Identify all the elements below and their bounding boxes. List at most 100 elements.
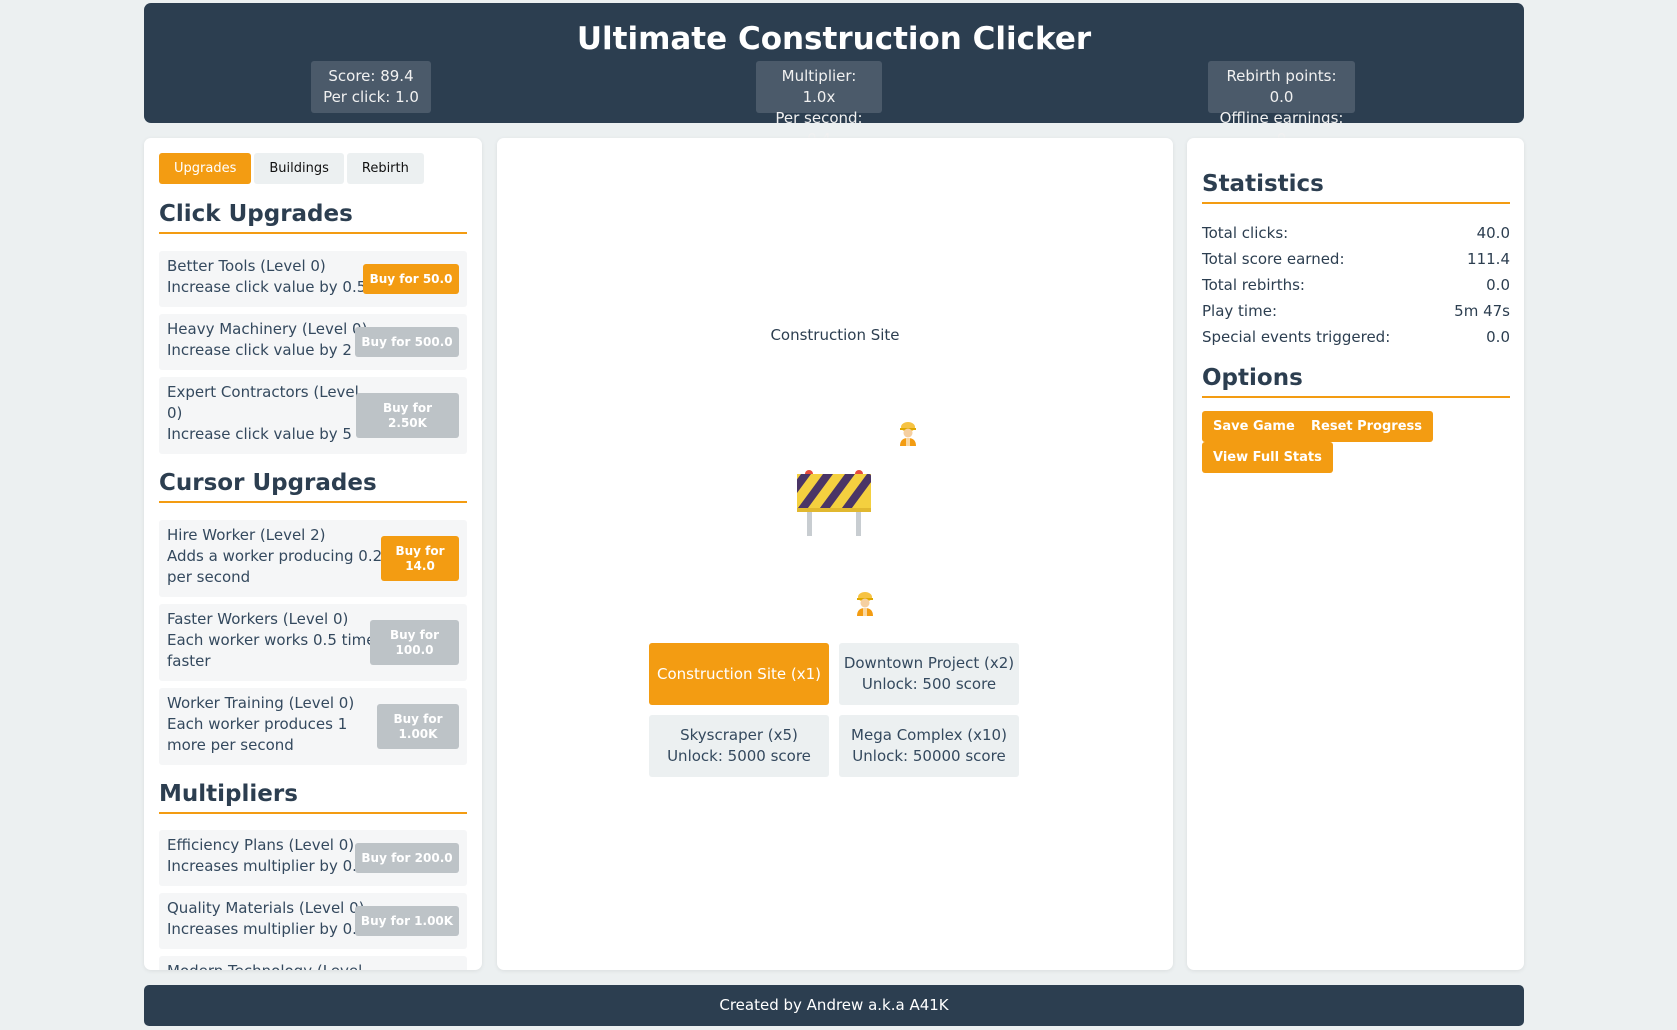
buy-efficiency-plans-button[interactable]: Buy for 200.0 (355, 843, 459, 873)
tab-rebirth[interactable]: Rebirth (346, 153, 424, 184)
location-skyscraper-button[interactable]: Skyscraper (x5) Unlock: 5000 score (649, 715, 829, 777)
location-downtown-project-button[interactable]: Downtown Project (x2) Unlock: 500 score (839, 643, 1019, 705)
button-line: Buy for (395, 543, 445, 558)
upgrade-name: Worker Training (Level 0) (167, 694, 355, 712)
stat-total-score: Total score earned: 111.4 (1202, 250, 1510, 276)
location-label: Skyscraper (x5) (680, 726, 798, 744)
upgrade-desc-line1: Each worker produces 1 (167, 715, 348, 733)
upgrade-desc-line2: per second (167, 568, 251, 586)
tab-upgrades[interactable]: Upgrades (159, 153, 252, 184)
buy-hire-worker-button[interactable]: Buy for 14.0 (381, 536, 459, 581)
upgrade-heavy-machinery: Heavy Machinery (Level 0) Increase click… (159, 314, 467, 370)
multiplier-text: Multiplier: 1.0x (781, 67, 857, 106)
stat-value: 0.0 (1486, 328, 1510, 346)
stat-label: Play time: (1202, 302, 1277, 320)
upgrade-name-line2: 0) (167, 404, 183, 422)
stat-value: 111.4 (1467, 250, 1510, 268)
site-label: Construction Site (770, 326, 900, 344)
score-text: Score: 89.4 (328, 67, 414, 85)
upgrade-desc-line1: Adds a worker producing 0.2 (167, 547, 383, 565)
upgrade-desc: Increases multiplier by 0.2 (167, 920, 367, 938)
reset-progress-button[interactable]: Reset Progress (1300, 411, 1434, 442)
stat-total-rebirths: Total rebirths: 0.0 (1202, 276, 1510, 302)
buy-expert-contractors-button[interactable]: Buy for 2.50K (356, 393, 459, 438)
upgrade-efficiency-plans: Efficiency Plans (Level 0) Increases mul… (159, 830, 467, 886)
stat-label: Total score earned: (1202, 250, 1345, 268)
upgrade-faster-workers: Faster Workers (Level 0) Each worker wor… (159, 604, 467, 681)
per-click-text: Per click: 1.0 (323, 88, 419, 106)
upgrade-name: Faster Workers (Level 0) (167, 610, 349, 628)
button-line: 14.0 (405, 558, 435, 573)
stat-value: 0.0 (1486, 276, 1510, 294)
stat-special-events: Special events triggered: 0.0 (1202, 328, 1510, 354)
game-area: Construction Site Construction Site (x1)… (497, 138, 1173, 970)
upgrade-desc: Increases multiplier by 0.1 (167, 857, 367, 875)
upgrade-quality-materials: Quality Materials (Level 0) Increases mu… (159, 893, 467, 949)
upgrade-name: Quality Materials (Level 0) (167, 899, 365, 917)
upgrade-expert-contractors: Expert Contractors (Level 0) Increase cl… (159, 377, 467, 454)
upgrade-hire-worker: Hire Worker (Level 2) Adds a worker prod… (159, 520, 467, 597)
location-unlock: Unlock: 50000 score (852, 747, 1006, 765)
button-line: Buy for (389, 627, 440, 642)
worker-icon (857, 592, 873, 616)
upgrade-modern-technology: Modern Technology (Level (159, 956, 467, 970)
button-line: Buy for (393, 711, 443, 726)
footer-credit: Created by Andrew a.k.a A41K (719, 996, 949, 1014)
upgrade-name: Efficiency Plans (Level 0) (167, 836, 355, 854)
cursor-upgrades-title: Cursor Upgrades (159, 470, 467, 503)
game-title: Ultimate Construction Clicker (576, 21, 1092, 57)
location-unlock: Unlock: 5000 score (667, 747, 811, 765)
rebirth-box: Rebirth points: 0.0 Offline earnings: 0 (1208, 61, 1355, 148)
upgrade-worker-training: Worker Training (Level 0) Each worker pr… (159, 688, 467, 765)
location-unlock: Unlock: 500 score (861, 675, 997, 693)
upgrade-name: Hire Worker (Level 2) (167, 526, 326, 544)
multiplier-box: Multiplier: 1.0x Per second: 0.4 (756, 61, 882, 148)
upgrade-desc: Increase click value by 2 (167, 341, 352, 359)
buy-heavy-machinery-button[interactable]: Buy for 500.0 (355, 327, 459, 357)
upgrade-desc-line1: Each worker works 0.5 times (167, 631, 384, 649)
statistics-title: Statistics (1202, 171, 1510, 204)
upgrade-desc: Increase click value by 0.5 (167, 278, 367, 296)
buy-better-tools-button[interactable]: Buy for 50.0 (363, 264, 459, 294)
upgrade-name: Modern Technology (Level (167, 961, 362, 970)
button-line: 2.50K (388, 415, 427, 430)
construction-barrier-icon[interactable] (795, 466, 873, 538)
header: Ultimate Construction Clicker Score: 89.… (144, 3, 1524, 148)
button-line: Buy for (382, 400, 433, 415)
stat-value: 5m 47s (1454, 302, 1510, 320)
tab-buildings[interactable]: Buildings (254, 153, 344, 184)
tab-bar: Upgrades Buildings Rebirth (159, 153, 424, 184)
location-label: Downtown Project (x2) (843, 654, 1015, 672)
worker-icon (900, 422, 916, 446)
score-box: Score: 89.4 Per click: 1.0 (311, 61, 431, 113)
stat-label: Total clicks: (1202, 224, 1289, 242)
stat-label: Special events triggered: (1202, 328, 1391, 346)
button-line: 100.0 (395, 642, 434, 657)
save-game-button[interactable]: Save Game (1202, 411, 1306, 442)
footer: Created by Andrew a.k.a A41K (144, 985, 1524, 1026)
stats-panel: Statistics Total clicks: 40.0 Total scor… (1187, 138, 1524, 970)
location-construction-site-button[interactable]: Construction Site (x1) (649, 643, 829, 705)
buy-quality-materials-button[interactable]: Buy for 1.00K (355, 906, 459, 936)
upgrade-desc: Increase click value by 5 (167, 425, 352, 443)
upgrades-panel: Upgrades Buildings Rebirth Click Upgrade… (144, 138, 482, 970)
upgrade-name-line1: Expert Contractors (Level (167, 383, 359, 401)
stat-total-clicks: Total clicks: 40.0 (1202, 224, 1510, 250)
stat-label: Total rebirths: (1202, 276, 1305, 294)
location-mega-complex-button[interactable]: Mega Complex (x10) Unlock: 50000 score (839, 715, 1019, 777)
stat-value: 40.0 (1476, 224, 1510, 242)
upgrade-name: Better Tools (Level 0) (167, 257, 326, 275)
upgrade-desc-line2: faster (167, 652, 211, 670)
buy-faster-workers-button[interactable]: Buy for 100.0 (370, 620, 459, 665)
buy-worker-training-button[interactable]: Buy for 1.00K (377, 704, 459, 749)
location-label: Construction Site (x1) (657, 664, 821, 683)
options-title: Options (1202, 365, 1510, 398)
upgrade-better-tools: Better Tools (Level 0) Increase click va… (159, 251, 467, 307)
upgrade-name: Heavy Machinery (Level 0) (167, 320, 368, 338)
stat-play-time: Play time: 5m 47s (1202, 302, 1510, 328)
multipliers-title: Multipliers (159, 781, 467, 814)
location-label: Mega Complex (x10) (851, 726, 1007, 744)
rebirth-points-text: Rebirth points: 0.0 (1226, 67, 1337, 106)
view-full-stats-button[interactable]: View Full Stats (1202, 442, 1333, 473)
button-line: 1.00K (398, 726, 438, 741)
